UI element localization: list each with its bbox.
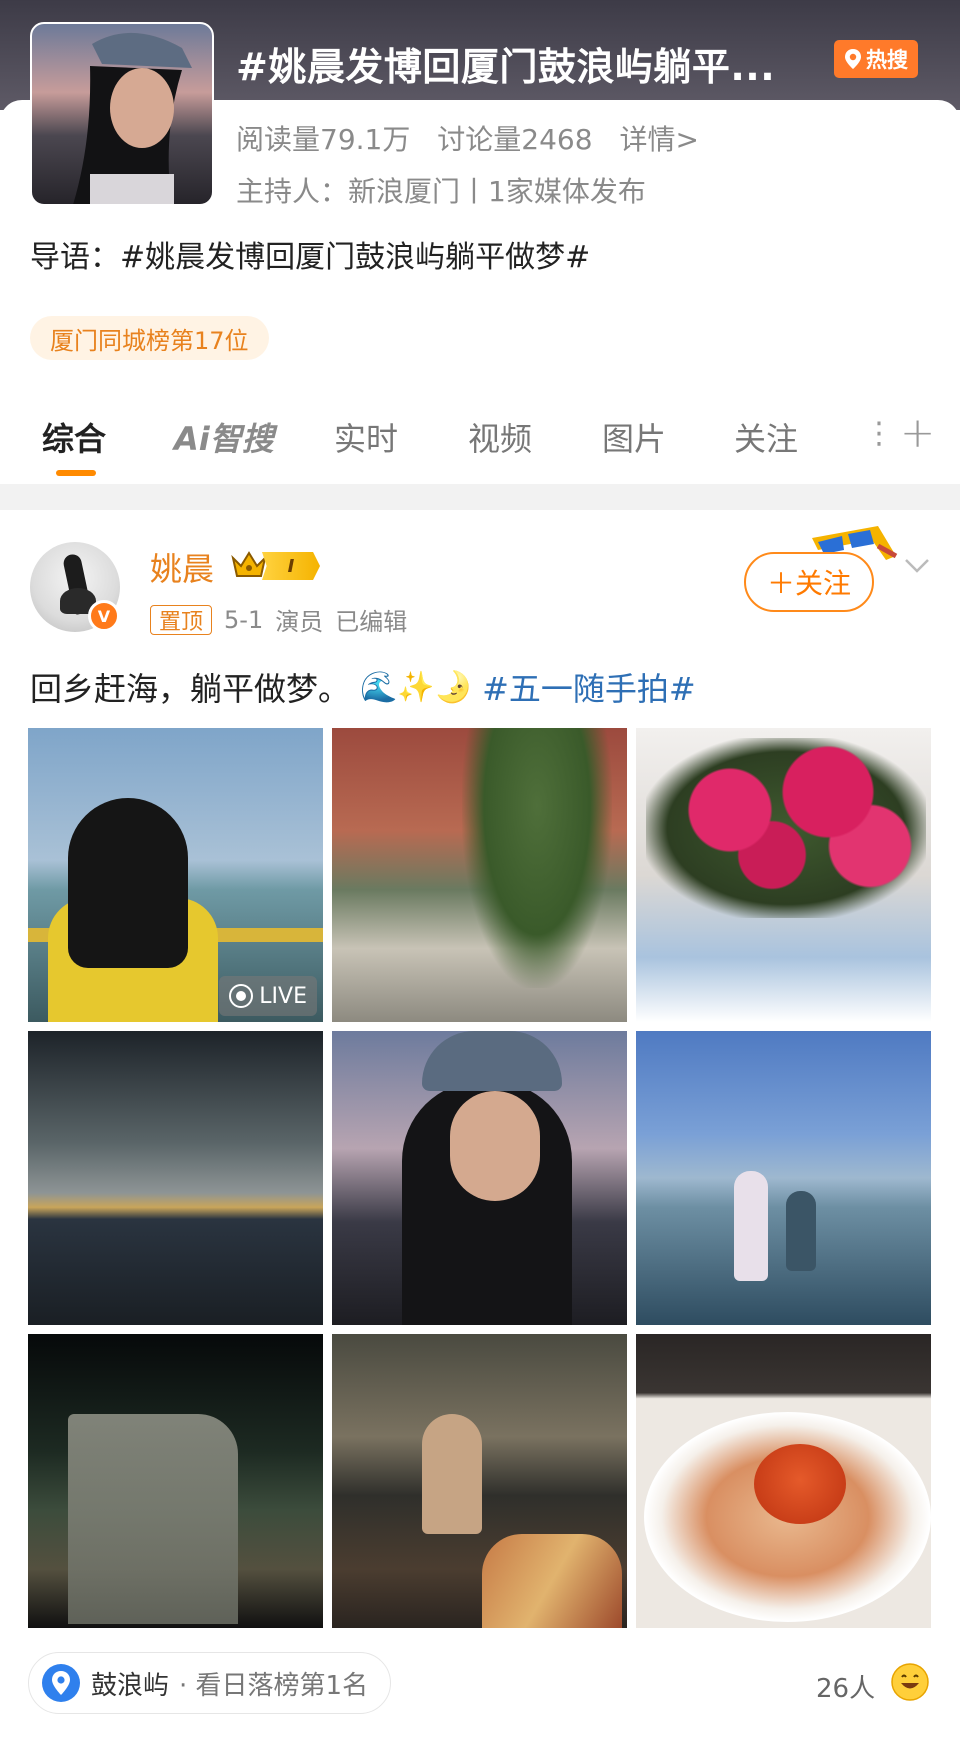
chevron-down-icon[interactable]	[902, 550, 932, 580]
photo-building	[68, 1414, 238, 1624]
read-count: 阅读量79.1万	[236, 123, 411, 156]
topic-tabs: 综合 Ai智搜 实时 视频 图片 关注 ⋮ +	[0, 400, 960, 484]
edited-label: 已编辑	[335, 608, 408, 636]
tab-following[interactable]: 关注	[734, 414, 798, 460]
discussion-count: 讨论量2468	[437, 123, 593, 156]
topic-title: #姚晨发博回厦门鼓浪屿躺平...	[236, 45, 776, 88]
post-hashtag[interactable]: #五一随手拍#	[482, 664, 696, 710]
tab-realtime[interactable]: 实时	[334, 414, 398, 460]
user-role: 演员	[275, 608, 324, 636]
live-badge: LIVE	[219, 976, 317, 1016]
photo-7[interactable]	[28, 1334, 323, 1628]
post-content: 回乡赶海，躺平做梦。 🌊✨🌛 #五一随手拍#	[30, 664, 696, 710]
live-icon	[229, 984, 254, 1008]
photo-shirt	[482, 1534, 622, 1628]
topic-intro: 导语：#姚晨发博回厦门鼓浪屿躺平做梦#	[30, 240, 591, 275]
hot-search-badge[interactable]: 热搜	[834, 40, 918, 78]
tab-comprehensive[interactable]: 综合	[42, 414, 106, 460]
user-name[interactable]: 姚晨	[150, 544, 214, 590]
location-pin-icon	[845, 49, 861, 69]
location-rank: · 看日落榜第1名	[179, 1670, 369, 1701]
plus-icon[interactable]: +	[900, 408, 935, 457]
tab-pictures[interactable]: 图片	[602, 414, 666, 460]
topic-stats: 阅读量79.1万 讨论量2468 详情>	[236, 118, 717, 158]
section-divider	[0, 484, 960, 510]
member-level-badge: I	[262, 552, 320, 580]
topic-host: 主持人：新浪厦门丨1家媒体发布	[236, 175, 646, 208]
city-rank-badge[interactable]: 厦门同城榜第17位	[30, 316, 269, 360]
active-tab-indicator	[56, 470, 96, 476]
photo-face	[450, 1091, 540, 1201]
photo-child-2	[786, 1191, 816, 1271]
tab-ai-search[interactable]: Ai智搜	[174, 414, 274, 460]
photo-6[interactable]	[636, 1031, 931, 1325]
photo-head	[68, 798, 188, 968]
location-icon	[42, 1664, 80, 1702]
post-meta: 置顶 5-1 演员 已编辑	[150, 602, 407, 637]
details-link[interactable]: 详情>	[619, 123, 698, 156]
topic-cover-image[interactable]	[30, 22, 214, 206]
photo-1[interactable]: LIVE	[28, 728, 323, 1022]
location-name: 鼓浪屿	[91, 1670, 170, 1701]
photo-man	[422, 1414, 482, 1534]
photo-flowers	[646, 738, 926, 918]
post-text: 回乡赶海，躺平做梦。	[30, 670, 351, 708]
photo-grid: LIVE	[28, 728, 932, 1628]
more-icon[interactable]: ⋮	[864, 416, 894, 451]
follow-button[interactable]: ＋关注	[744, 552, 874, 612]
live-label: LIVE	[259, 983, 307, 1009]
post-emojis: 🌊✨🌛	[360, 669, 473, 705]
photo-child-1	[734, 1171, 768, 1281]
photo-5[interactable]	[332, 1031, 627, 1325]
cover-portrait-icon	[73, 32, 192, 204]
photo-hat	[422, 1031, 562, 1091]
photo-9[interactable]	[636, 1334, 931, 1628]
photo-4[interactable]	[28, 1031, 323, 1325]
tab-video[interactable]: 视频	[468, 414, 532, 460]
photo-crab	[754, 1444, 846, 1524]
verified-icon: V	[88, 600, 120, 632]
pinned-tag: 置顶	[150, 604, 213, 635]
hot-search-label: 热搜	[866, 48, 908, 72]
photo-2[interactable]	[332, 728, 627, 1022]
photo-tree	[462, 728, 612, 988]
photo-3[interactable]	[636, 728, 931, 1022]
post-date: 5-1	[224, 605, 264, 634]
location-tag[interactable]: 鼓浪屿 · 看日落榜第1名	[28, 1652, 392, 1714]
smile-icon[interactable]	[890, 1662, 930, 1702]
visitor-count: 26人	[816, 1674, 876, 1704]
photo-8[interactable]	[332, 1334, 627, 1628]
